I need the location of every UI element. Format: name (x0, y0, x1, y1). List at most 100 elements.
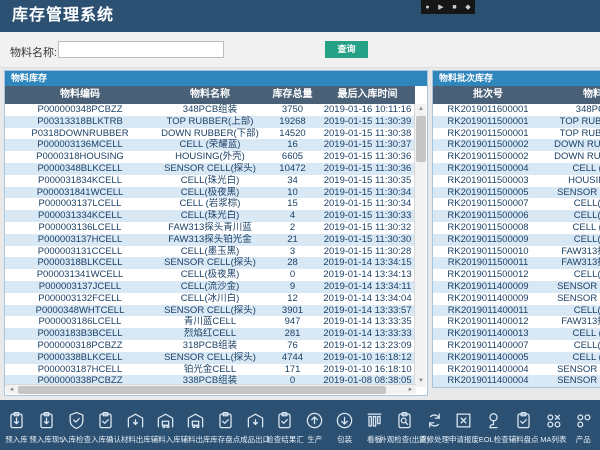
toolbar-item[interactable]: 辅料出库 (181, 409, 210, 450)
toolbar-item[interactable]: EOL检查 (479, 409, 508, 450)
table-row[interactable]: P000003137HCELLFAW313探头铂光金212019-01-15 1… (5, 234, 415, 246)
table-row[interactable]: P000003132FCELLCELL(冰川白)122019-01-14 13:… (5, 293, 415, 305)
toolbar-item[interactable]: 检查结果汇 (270, 409, 299, 450)
table-row[interactable]: P0318DOWNRUBBERDOWN RUBBER(下部)145202019-… (5, 128, 415, 140)
table-row[interactable]: RK2019011500009CELL(珠光白) (433, 234, 600, 246)
table-row[interactable]: RK2019011500002DOWN RUBBER(下部) (433, 139, 600, 151)
toolbar-item[interactable]: 预入库 (2, 409, 31, 450)
table-row[interactable]: RK2019011500004CELL (荣耀蓝) (433, 163, 600, 175)
toolbar-item[interactable]: 产品 (569, 409, 598, 450)
scrollbar-thumb[interactable] (18, 386, 386, 394)
table-row[interactable]: RK2019011500010FAW313探头青川蓝 (433, 246, 600, 258)
table-row[interactable]: RK2019011500003HOUSING(外壳) (433, 175, 600, 187)
table-row[interactable]: P000003137LCELLCELL (岩浆棕)152019-01-15 11… (5, 198, 415, 210)
vertical-scrollbar[interactable]: ▲ ▼ (414, 104, 426, 387)
table-row[interactable]: P000003186LCELL青川蓝CELL9472019-01-14 13:3… (5, 316, 415, 328)
table-row[interactable]: RK2019011400004SENSOR CELL(探头) (433, 364, 600, 376)
toolbar-item[interactable]: 入库检查 (62, 409, 91, 450)
table-row[interactable]: RK2019011400013CELL (荣耀蓝) (433, 328, 600, 340)
toolbar-item[interactable]: 材料出库 (121, 409, 150, 450)
scroll-right-icon[interactable]: ► (405, 385, 416, 395)
audio-icon[interactable]: ◆ (465, 4, 470, 11)
table-row[interactable]: P0000348BLKCELLSENSOR CELL(探头)104722019-… (5, 163, 415, 175)
table-row[interactable]: P000031834KCELLCELL(珠光白)342019-01-15 11:… (5, 175, 415, 187)
column-header[interactable]: 库存总量 (265, 86, 320, 104)
toolbar-item[interactable]: 生产 (300, 409, 329, 450)
table-row[interactable]: RK2019011400004SENSOR CELL(探头) (433, 375, 600, 387)
scroll-left-icon[interactable]: ◄ (6, 385, 17, 395)
toolbar-item-label: 材料出库 (121, 434, 151, 445)
cell: RK2019011500004 (433, 163, 543, 175)
table-row[interactable]: P000000318PCBZZ318PCB组装762019-01-12 13:2… (5, 340, 415, 352)
play-icon[interactable]: ▶ (438, 4, 443, 11)
table-row[interactable]: P000031341WCELLCELL(极夜黑)02019-01-14 13:3… (5, 269, 415, 281)
toolbar-item[interactable]: 库存盘点 (211, 409, 240, 450)
table-row[interactable]: P0000338BLKCELLSENSOR CELL(探头)47442019-0… (5, 352, 415, 364)
column-header[interactable]: 物料名称 (543, 86, 600, 104)
scrollbar-thumb[interactable] (416, 116, 426, 162)
table-row[interactable]: RK2019011400007CELL(冰川白) (433, 340, 600, 352)
cell: CELL(流沙金) (543, 305, 600, 317)
cell: CELL(极夜黑) (543, 210, 600, 222)
cell: 2019-01-15 11:30:35 (320, 175, 415, 187)
table-row[interactable]: RK2019011400011CELL(流沙金) (433, 305, 600, 317)
table-row[interactable]: RK2019011500011FAW313探头铂光金 (433, 257, 600, 269)
toolbar-item-label: 入库确认 (91, 434, 121, 445)
cell: P000003187HCELL (5, 364, 155, 376)
stop-icon[interactable]: ■ (452, 4, 456, 11)
cell: 2019-01-15 11:30:32 (320, 222, 415, 234)
toolbar-item[interactable]: 外观检查(出货) (390, 409, 419, 450)
table-row[interactable]: RK2019011500001TOP RUBBER(上部) (433, 116, 600, 128)
table-row[interactable]: P000000348PCBZZ348PCB组装37502019-01-16 10… (5, 104, 415, 116)
toolbar-item[interactable]: 预入库现5 (32, 409, 61, 450)
cell: 10 (265, 187, 320, 199)
table-row[interactable]: P00313318BLKTRBTOP RUBBER(上部)192682019-0… (5, 116, 415, 128)
table-row[interactable]: P0000318BLKCELLSENSOR CELL(探头)282019-01-… (5, 257, 415, 269)
table-row[interactable]: RK2019011500005SENSOR CELL(探头) (433, 187, 600, 199)
column-header[interactable]: 最后入库时间 (320, 86, 415, 104)
scroll-up-icon[interactable]: ▲ (415, 104, 427, 115)
column-header[interactable]: 批次号 (433, 86, 543, 104)
table-row[interactable]: P000003136MCELLCELL (荣耀蓝)162019-01-15 11… (5, 139, 415, 151)
toolbar-item[interactable]: 包装 (330, 409, 359, 450)
table-row[interactable]: RK2019011500001TOP RUBBER(上部) (433, 128, 600, 140)
record-icon[interactable]: ● (425, 4, 429, 11)
screen-recorder-overlay[interactable]: ● ▶ ■ ◆ (421, 0, 475, 14)
cell: P0000318BLKCELL (5, 257, 155, 269)
table-row[interactable]: P000003131CCELLCELL(墨玉黑)32019-01-15 11:3… (5, 246, 415, 258)
table-row[interactable]: P000003136LCELLFAW313探头青川蓝22019-01-15 11… (5, 222, 415, 234)
table-row[interactable]: RK2019011500007CELL(珠光白) (433, 198, 600, 210)
table-row[interactable]: P0003183B3BCELL烈焰红CELL2812019-01-14 13:3… (5, 328, 415, 340)
scroll-down-icon[interactable]: ▼ (415, 376, 427, 387)
horizontal-scrollbar[interactable]: ◄ ► (6, 384, 416, 394)
toolbar-item[interactable]: 申请报废 (449, 409, 478, 450)
toolbar-item[interactable]: 入库确认 (91, 409, 120, 450)
table-row[interactable]: P000003137JCELLCELL(流沙金)92019-01-14 13:3… (5, 281, 415, 293)
toolbar-item[interactable]: 辅料盘点 (509, 409, 538, 450)
table-row[interactable]: P000031334KCELLCELL(珠光白)42019-01-15 11:3… (5, 210, 415, 222)
warehouse-out-icon (246, 409, 265, 431)
table-row[interactable]: RK2019011400009SENSOR CELL(探头) (433, 293, 600, 305)
column-header[interactable]: 物料编码 (5, 86, 155, 104)
search-bar: 物料名称: 查询 (0, 32, 600, 68)
table-row[interactable]: P000003187HCELL铂光金CELL1712019-01-10 16:1… (5, 364, 415, 376)
table-row[interactable]: P0000318HOUSINGHOUSING(外壳)66052019-01-15… (5, 151, 415, 163)
toolbar-item[interactable]: 返修处理 (420, 409, 449, 450)
table-row[interactable]: RK2019011500002DOWN RUBBER(下部) (433, 151, 600, 163)
table-row[interactable]: RK2019011400005CELL (岩浆棕) (433, 352, 600, 364)
table-row[interactable]: RK2019011500012CELL(墨玉黑) (433, 269, 600, 281)
table-row[interactable]: RK2019011600001348PCB组装 (433, 104, 600, 116)
table-row[interactable]: P000031841WCELLCELL(极夜黑)102019-01-15 11:… (5, 187, 415, 199)
table-row[interactable]: RK2019011500008CELL (岩浆棕) (433, 222, 600, 234)
table-row[interactable]: RK2019011400009SENSOR CELL(探头) (433, 281, 600, 293)
column-header[interactable]: 物料名称 (155, 86, 265, 104)
cell: P0003183B3BCELL (5, 328, 155, 340)
table-row[interactable]: P0000348WHTCELLSENSOR CELL(探头)39012019-0… (5, 305, 415, 317)
cell: CELL(流沙金) (155, 281, 265, 293)
toolbar-item[interactable]: 辅料入库 (151, 409, 180, 450)
material-name-input[interactable] (58, 41, 224, 58)
query-button[interactable]: 查询 (325, 41, 368, 58)
table-row[interactable]: RK2019011400012FAW313探头铂光金 (433, 316, 600, 328)
toolbar-item[interactable]: MA列表 (539, 409, 568, 450)
table-row[interactable]: RK2019011500006CELL(极夜黑) (433, 210, 600, 222)
